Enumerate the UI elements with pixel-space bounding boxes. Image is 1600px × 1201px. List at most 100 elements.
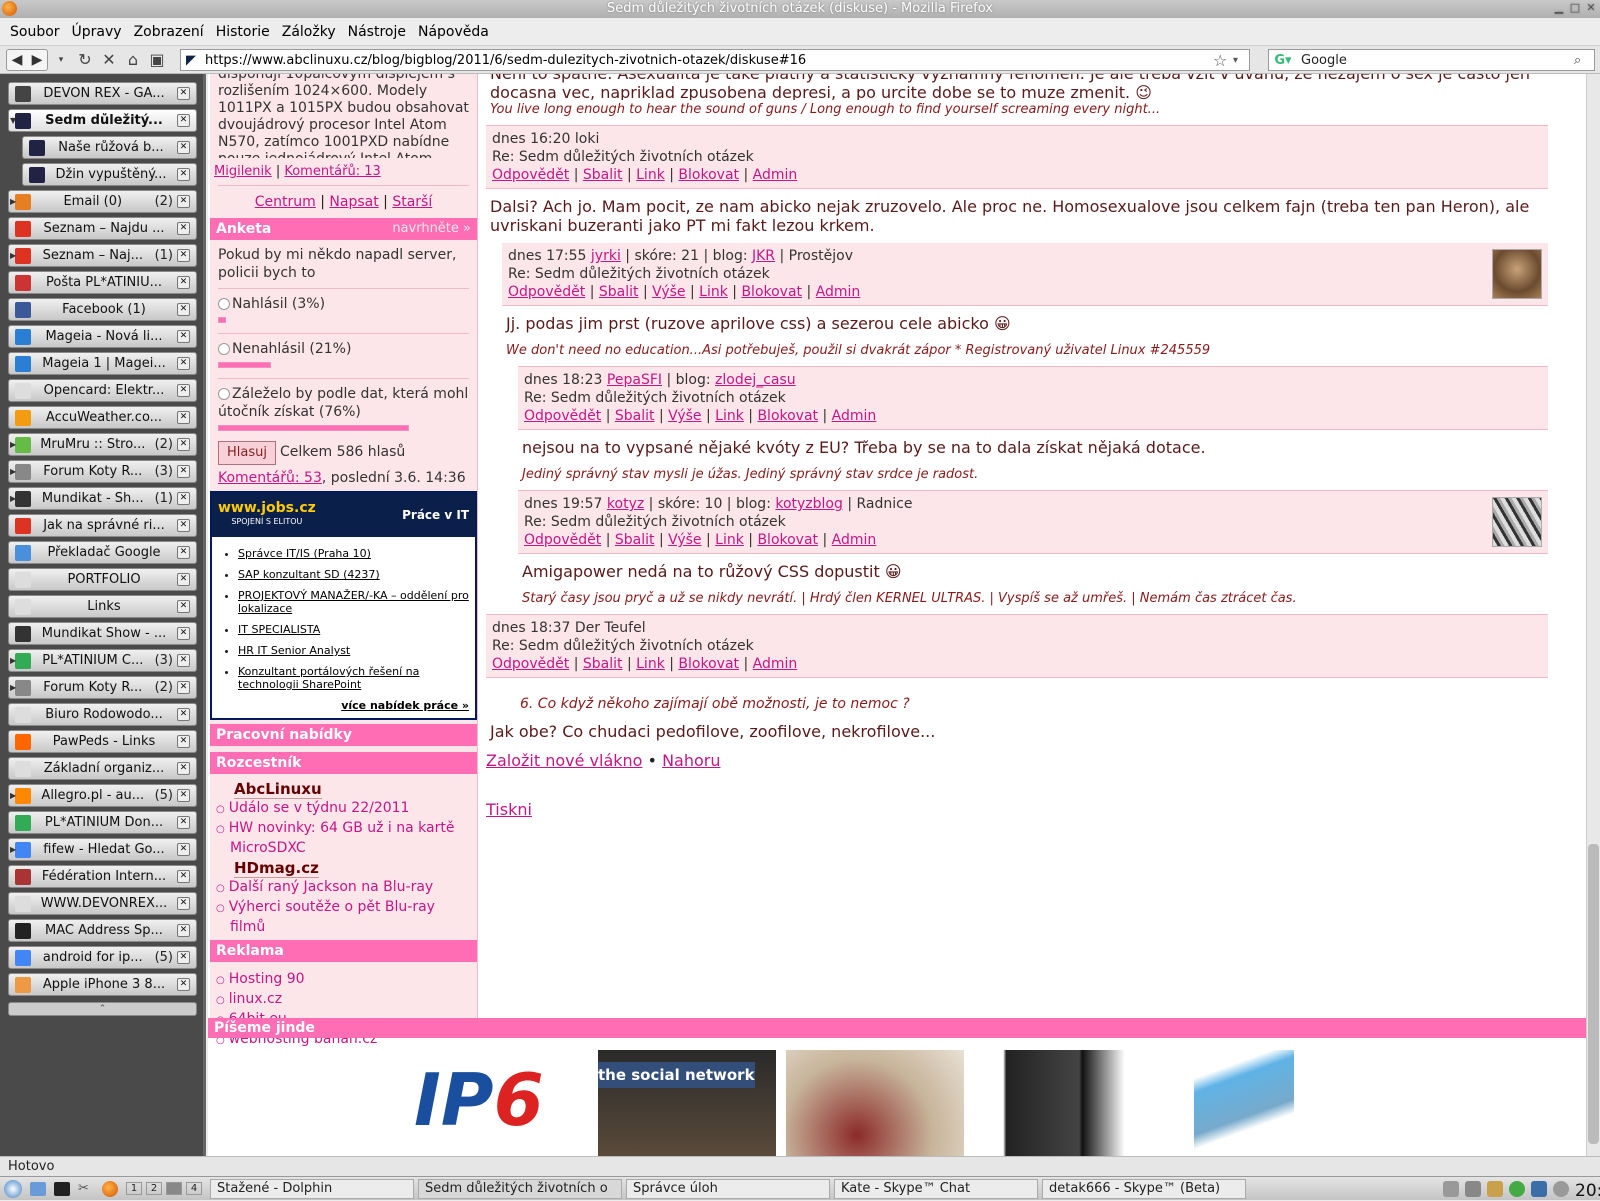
new-thread-link[interactable]: Založit nové vlákno	[486, 751, 642, 770]
task-dolphin[interactable]: Stažené - Dolphin	[210, 1178, 414, 1199]
sidebar-tab[interactable]: Seznam – Najdu ... ✕	[8, 217, 197, 240]
reload-icon[interactable]: ↻	[74, 49, 96, 71]
user-link[interactable]: kotyz	[607, 496, 644, 512]
close-tab-icon[interactable]: ✕	[177, 357, 190, 370]
sidebar-tab[interactable]: ▶ Seznam – Naj... (1) ✕	[8, 244, 197, 267]
menu-zalozky[interactable]: Záložky	[282, 24, 336, 40]
block-link[interactable]: Blokovat	[757, 408, 818, 424]
sidebar-tab[interactable]: Apple iPhone 3 8... ✕	[8, 973, 197, 996]
sidebar-tab[interactable]: Links ✕	[8, 595, 197, 618]
job-item[interactable]: Správce IT/IS (Praha 10)	[238, 547, 469, 560]
url-text[interactable]: https://www.abclinuxu.cz/blog/bigblog/20…	[201, 53, 1213, 68]
clipboard-icon[interactable]	[1487, 1180, 1503, 1197]
close-tab-icon[interactable]: ✕	[177, 789, 190, 802]
job-item[interactable]: Konzultant portálových řešení na technol…	[238, 665, 469, 691]
minimize-icon[interactable]: ▁	[1552, 1, 1566, 15]
stop-icon[interactable]: ✕	[98, 49, 120, 71]
close-tab-icon[interactable]: ✕	[177, 978, 190, 991]
search-input[interactable]: Google	[1297, 53, 1574, 68]
print-link[interactable]: Tiskni	[486, 800, 532, 819]
sidebar-tab[interactable]: ▼ Sedm důležitý... ✕	[8, 109, 197, 132]
poll-option[interactable]: Nenahlásil (21%)	[218, 333, 469, 372]
hdmag-link[interactable]: Výherci soutěže o pět Blu-ray filmů	[220, 898, 469, 936]
user-link[interactable]: jyrki	[591, 248, 621, 264]
sidebar-tab[interactable]: Základní organiz... ✕	[8, 757, 197, 780]
sidebar-tab[interactable]: ▶ Email (0) (2) ✕	[8, 190, 197, 213]
vote-button[interactable]: Hlasuj	[218, 441, 276, 465]
expand-arrow-icon[interactable]: ▼	[10, 116, 16, 125]
permalink[interactable]: Link	[715, 532, 744, 548]
starsi-link[interactable]: Starší	[392, 194, 432, 210]
reply-link[interactable]: Odpovědět	[492, 656, 569, 672]
sidebar-tab[interactable]: ▶ fifew - Hledat Go... ✕	[8, 838, 197, 861]
menu-napoveda[interactable]: Nápověda	[418, 24, 489, 40]
close-tab-icon[interactable]: ✕	[177, 303, 190, 316]
close-tab-icon[interactable]: ✕	[177, 384, 190, 397]
updates-icon[interactable]	[1509, 1180, 1525, 1197]
back-icon[interactable]: ◀	[7, 50, 27, 70]
sidebar-tab[interactable]: Naše růžová b... ✕	[22, 136, 197, 159]
admin-link[interactable]: Admin	[816, 284, 861, 300]
job-item[interactable]: SAP konzultant SD (4237)	[238, 568, 469, 581]
menu-upravy[interactable]: Úpravy	[72, 24, 122, 40]
sidebar-tab[interactable]: AccuWeather.co... ✕	[8, 406, 197, 429]
sidebar-tab[interactable]: Mageia 1 | Magei... ✕	[8, 352, 197, 375]
admin-link[interactable]: Admin	[753, 656, 798, 672]
tools-icon[interactable]: ✂	[78, 1181, 94, 1196]
close-tab-icon[interactable]: ✕	[177, 816, 190, 829]
task-skype-chat[interactable]: Kate - Skype™ Chat	[834, 1178, 1038, 1199]
menu-zobrazeni[interactable]: Zobrazení	[134, 24, 204, 40]
sidebar-tab[interactable]: WWW.DEVONREX... ✕	[8, 892, 197, 915]
sidebar-tab[interactable]: Pošta PL*ATINIU... ✕	[8, 271, 197, 294]
smartphone-thumbnail[interactable]	[988, 1050, 1140, 1156]
clock[interactable]: 20:17	[1575, 1181, 1600, 1201]
search-bar[interactable]: G▾ Google ⌕	[1268, 49, 1595, 71]
url-bar[interactable]: ◤ https://www.abclinuxu.cz/blog/bigblog/…	[180, 49, 1250, 71]
collapse-link[interactable]: Sbalit	[615, 408, 655, 424]
sidebar-tab[interactable]: Překladač Google ✕	[8, 541, 197, 564]
block-link[interactable]: Blokovat	[678, 656, 739, 672]
sidebar-tab[interactable]: Džin vypuštěný... ✕	[22, 163, 197, 186]
close-tab-icon[interactable]: ✕	[177, 951, 190, 964]
admin-link[interactable]: Admin	[832, 532, 877, 548]
blog-link[interactable]: kotyzblog	[775, 496, 843, 512]
close-tab-icon[interactable]: ✕	[177, 222, 190, 235]
firefox-launcher-icon[interactable]	[102, 1180, 118, 1197]
close-tab-icon[interactable]: ✕	[177, 924, 190, 937]
sidebar-tab[interactable]: PORTFOLIO ✕	[8, 568, 197, 591]
sidebar-tab[interactable]: Mageia - Nová li... ✕	[8, 325, 197, 348]
home-icon[interactable]: ⌂	[122, 49, 144, 71]
ad-link[interactable]: Hosting 90	[220, 970, 469, 990]
close-tab-icon[interactable]: ✕	[177, 492, 190, 505]
abc-link[interactable]: Událo se v týdnu 22/2011	[220, 799, 469, 819]
reply-link[interactable]: Odpovědět	[524, 408, 601, 424]
task-system-monitor[interactable]: Správce úloh	[626, 1178, 830, 1199]
menu-historie[interactable]: Historie	[216, 24, 270, 40]
expand-arrow-icon[interactable]: ▶	[10, 683, 16, 692]
expand-arrow-icon[interactable]: ▶	[10, 251, 16, 260]
poll-radio[interactable]	[218, 343, 230, 355]
task-firefox[interactable]: Sedm důležitých životních o	[418, 1178, 622, 1199]
close-window-icon[interactable]: ✕	[1584, 1, 1598, 15]
scrollbar-thumb[interactable]	[1588, 844, 1599, 1144]
close-tab-icon[interactable]: ✕	[177, 411, 190, 424]
close-tab-icon[interactable]: ✕	[177, 627, 190, 640]
close-tab-icon[interactable]: ✕	[177, 735, 190, 748]
close-tab-icon[interactable]: ✕	[177, 573, 190, 586]
info-icon[interactable]	[1553, 1180, 1569, 1197]
admin-link[interactable]: Admin	[832, 408, 877, 424]
centrum-link[interactable]: Centrum	[255, 194, 316, 210]
menu-nastroje[interactable]: Nástroje	[348, 24, 406, 40]
napsat-link[interactable]: Napsat	[329, 194, 378, 210]
menu-soubor[interactable]: Soubor	[10, 24, 60, 40]
abc-link[interactable]: HW novinky: 64 GB už i na kartě MicroSDX…	[220, 819, 469, 857]
pracovni-header[interactable]: Pracovní nabídky	[210, 724, 477, 746]
poll-option[interactable]: Záleželo by podle dat, která mohl útoční…	[218, 378, 469, 435]
page-scrollbar[interactable]	[1586, 74, 1600, 1156]
screenshot-icon[interactable]: ▣	[146, 49, 168, 71]
block-link[interactable]: Blokovat	[678, 167, 739, 183]
job-item[interactable]: IT SPECIALISTA	[238, 623, 469, 636]
close-tab-icon[interactable]: ✕	[177, 681, 190, 694]
volume-icon[interactable]	[1443, 1180, 1459, 1197]
sidebar-tab[interactable]: ▶ MruMru :: Stro... (2) ✕	[8, 433, 197, 456]
